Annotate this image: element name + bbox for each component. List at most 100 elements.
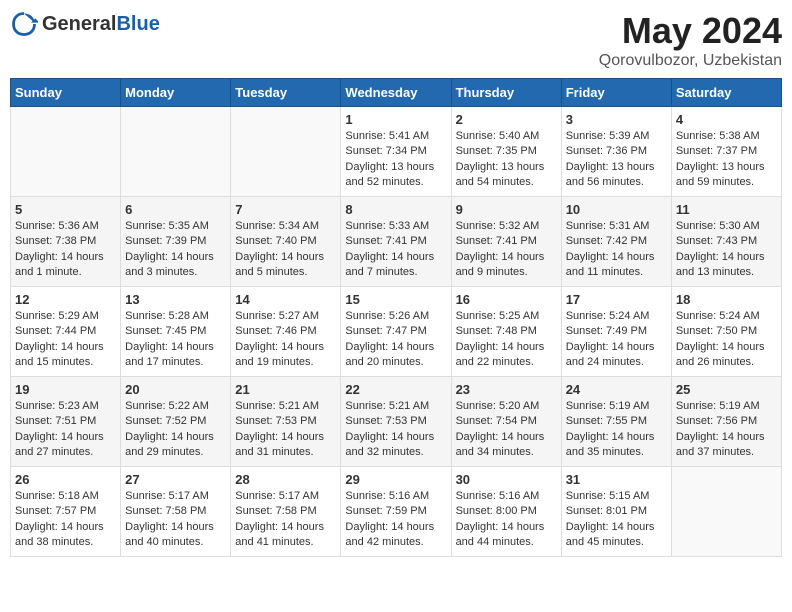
day-number: 25 xyxy=(676,382,777,397)
calendar-header: SundayMondayTuesdayWednesdayThursdayFrid… xyxy=(11,79,782,107)
calendar-week-row: 5Sunrise: 5:36 AMSunset: 7:38 PMDaylight… xyxy=(11,197,782,287)
calendar-day-cell: 20 Sunrise: 5:22 AMSunset: 7:52 PMDayligh… xyxy=(121,377,231,467)
weekday-header-thursday: Thursday xyxy=(451,79,561,107)
weekday-header-tuesday: Tuesday xyxy=(231,79,341,107)
calendar-table: SundayMondayTuesdayWednesdayThursdayFrid… xyxy=(10,78,782,557)
day-info: Sunrise: 5:23 AMSunset: 7:51 PMDaylight:… xyxy=(15,399,116,461)
day-info: Sunrise: 5:24 AMSunset: 7:50 PMDaylight:… xyxy=(676,309,777,371)
day-number: 2 xyxy=(456,112,557,127)
calendar-day-cell: 30Sunrise: 5:16 AMSunset: 8:00 PMDayligh… xyxy=(451,467,561,557)
calendar-day-cell: 10Sunrise: 5:31 AMSunset: 7:42 PMDayligh… xyxy=(561,197,671,287)
day-info: Sunrise: 5:31 AMSunset: 7:42 PMDaylight:… xyxy=(566,219,667,281)
weekday-header-wednesday: Wednesday xyxy=(341,79,451,107)
calendar-day-cell: 26 Sunrise: 5:18 AMSunset: 7:57 PMDayligh… xyxy=(11,467,121,557)
day-number: 31 xyxy=(566,472,667,487)
weekday-header-friday: Friday xyxy=(561,79,671,107)
day-number: 13 xyxy=(125,292,226,307)
calendar-week-row: 26 Sunrise: 5:18 AMSunset: 7:57 PMDayligh… xyxy=(11,467,782,557)
calendar-day-cell: 19 Sunrise: 5:23 AMSunset: 7:51 PMDayligh… xyxy=(11,377,121,467)
logo-icon xyxy=(10,10,38,38)
day-info: Sunrise: 5:17 AMSunset: 7:58 PMDaylight:… xyxy=(235,489,336,551)
day-info: Sunrise: 5:26 AMSunset: 7:47 PMDaylight:… xyxy=(345,309,446,371)
calendar-day-cell: 28 Sunrise: 5:17 AMSunset: 7:58 PMDayligh… xyxy=(231,467,341,557)
calendar-week-row: 1 Sunrise: 5:41 AMSunset: 7:34 PMDaylight… xyxy=(11,107,782,197)
day-info: Sunrise: 5:18 AMSunset: 7:57 PMDaylight:… xyxy=(15,489,116,551)
calendar-day-cell: 2 Sunrise: 5:40 AMSunset: 7:35 PMDaylight… xyxy=(451,107,561,197)
day-number: 29 xyxy=(345,472,446,487)
day-info: Sunrise: 5:16 AMSunset: 8:00 PMDaylight:… xyxy=(456,489,557,551)
calendar-day-cell: 11 Sunrise: 5:30 AMSunset: 7:43 PMDayligh… xyxy=(671,197,781,287)
day-number: 12 xyxy=(15,292,116,307)
day-info: Sunrise: 5:25 AMSunset: 7:48 PMDaylight:… xyxy=(456,309,557,371)
day-info: Sunrise: 5:19 AMSunset: 7:55 PMDaylight:… xyxy=(566,399,667,461)
calendar-day-cell xyxy=(671,467,781,557)
calendar-day-cell: 27 Sunrise: 5:17 AMSunset: 7:58 PMDayligh… xyxy=(121,467,231,557)
calendar-day-cell: 7 Sunrise: 5:34 AMSunset: 7:40 PMDaylight… xyxy=(231,197,341,287)
weekday-row: SundayMondayTuesdayWednesdayThursdayFrid… xyxy=(11,79,782,107)
day-number: 19 xyxy=(15,382,116,397)
day-info: Sunrise: 5:28 AMSunset: 7:45 PMDaylight:… xyxy=(125,309,226,371)
calendar-day-cell: 23Sunrise: 5:20 AMSunset: 7:54 PMDayligh… xyxy=(451,377,561,467)
logo: GeneralBlue xyxy=(10,10,160,38)
day-number: 14 xyxy=(235,292,336,307)
day-number: 7 xyxy=(235,202,336,217)
calendar-day-cell: 17Sunrise: 5:24 AMSunset: 7:49 PMDayligh… xyxy=(561,287,671,377)
day-info: Sunrise: 5:40 AMSunset: 7:35 PMDaylight:… xyxy=(456,129,557,191)
day-info: Sunrise: 5:27 AMSunset: 7:46 PMDaylight:… xyxy=(235,309,336,371)
calendar-day-cell: 14 Sunrise: 5:27 AMSunset: 7:46 PMDayligh… xyxy=(231,287,341,377)
calendar-title: May 2024 xyxy=(599,10,782,52)
day-number: 28 xyxy=(235,472,336,487)
calendar-day-cell: 18Sunrise: 5:24 AMSunset: 7:50 PMDayligh… xyxy=(671,287,781,377)
day-number: 9 xyxy=(456,202,557,217)
calendar-day-cell: 24Sunrise: 5:19 AMSunset: 7:55 PMDayligh… xyxy=(561,377,671,467)
calendar-day-cell: 3 Sunrise: 5:39 AMSunset: 7:36 PMDaylight… xyxy=(561,107,671,197)
day-number: 26 xyxy=(15,472,116,487)
calendar-day-cell: 4 Sunrise: 5:38 AMSunset: 7:37 PMDaylight… xyxy=(671,107,781,197)
day-info: Sunrise: 5:30 AMSunset: 7:43 PMDaylight:… xyxy=(676,219,777,281)
day-info: Sunrise: 5:22 AMSunset: 7:52 PMDaylight:… xyxy=(125,399,226,461)
calendar-week-row: 19 Sunrise: 5:23 AMSunset: 7:51 PMDayligh… xyxy=(11,377,782,467)
calendar-day-cell: 8 Sunrise: 5:33 AMSunset: 7:41 PMDaylight… xyxy=(341,197,451,287)
day-number: 11 xyxy=(676,202,777,217)
calendar-day-cell xyxy=(231,107,341,197)
calendar-day-cell xyxy=(121,107,231,197)
page-header: GeneralBlue May 2024 Qorovulbozor, Uzbek… xyxy=(10,10,782,70)
calendar-day-cell: 15Sunrise: 5:26 AMSunset: 7:47 PMDayligh… xyxy=(341,287,451,377)
day-info: Sunrise: 5:38 AMSunset: 7:37 PMDaylight:… xyxy=(676,129,777,191)
day-number: 20 xyxy=(125,382,226,397)
day-number: 21 xyxy=(235,382,336,397)
calendar-day-cell: 1 Sunrise: 5:41 AMSunset: 7:34 PMDaylight… xyxy=(341,107,451,197)
day-number: 16 xyxy=(456,292,557,307)
calendar-day-cell: 9 Sunrise: 5:32 AMSunset: 7:41 PMDaylight… xyxy=(451,197,561,287)
day-number: 8 xyxy=(345,202,446,217)
day-info: Sunrise: 5:24 AMSunset: 7:49 PMDaylight:… xyxy=(566,309,667,371)
day-info: Sunrise: 5:20 AMSunset: 7:54 PMDaylight:… xyxy=(456,399,557,461)
day-info: Sunrise: 5:19 AMSunset: 7:56 PMDaylight:… xyxy=(676,399,777,461)
day-info: Sunrise: 5:17 AMSunset: 7:58 PMDaylight:… xyxy=(125,489,226,551)
calendar-day-cell: 21Sunrise: 5:21 AMSunset: 7:53 PMDayligh… xyxy=(231,377,341,467)
day-info: Sunrise: 5:15 AMSunset: 8:01 PMDaylight:… xyxy=(566,489,667,551)
logo-text: GeneralBlue xyxy=(42,13,160,36)
day-number: 22 xyxy=(345,382,446,397)
calendar-day-cell: 22 Sunrise: 5:21 AMSunset: 7:53 PMDayligh… xyxy=(341,377,451,467)
day-number: 6 xyxy=(125,202,226,217)
day-info: Sunrise: 5:33 AMSunset: 7:41 PMDaylight:… xyxy=(345,219,446,281)
day-number: 1 xyxy=(345,112,446,127)
weekday-header-monday: Monday xyxy=(121,79,231,107)
day-info: Sunrise: 5:21 AMSunset: 7:53 PMDaylight:… xyxy=(345,399,446,461)
day-info: Sunrise: 5:35 AMSunset: 7:39 PMDaylight:… xyxy=(125,219,226,281)
logo-general: General xyxy=(42,13,116,35)
day-info: Sunrise: 5:39 AMSunset: 7:36 PMDaylight:… xyxy=(566,129,667,191)
weekday-header-sunday: Sunday xyxy=(11,79,121,107)
weekday-header-saturday: Saturday xyxy=(671,79,781,107)
calendar-week-row: 12Sunrise: 5:29 AMSunset: 7:44 PMDayligh… xyxy=(11,287,782,377)
day-number: 4 xyxy=(676,112,777,127)
day-info: Sunrise: 5:36 AMSunset: 7:38 PMDaylight:… xyxy=(15,219,116,281)
calendar-day-cell: 25 Sunrise: 5:19 AMSunset: 7:56 PMDayligh… xyxy=(671,377,781,467)
day-info: Sunrise: 5:41 AMSunset: 7:34 PMDaylight:… xyxy=(345,129,446,191)
day-number: 3 xyxy=(566,112,667,127)
day-number: 27 xyxy=(125,472,226,487)
day-info: Sunrise: 5:34 AMSunset: 7:40 PMDaylight:… xyxy=(235,219,336,281)
day-info: Sunrise: 5:32 AMSunset: 7:41 PMDaylight:… xyxy=(456,219,557,281)
calendar-day-cell: 31 Sunrise: 5:15 AMSunset: 8:01 PMDayligh… xyxy=(561,467,671,557)
